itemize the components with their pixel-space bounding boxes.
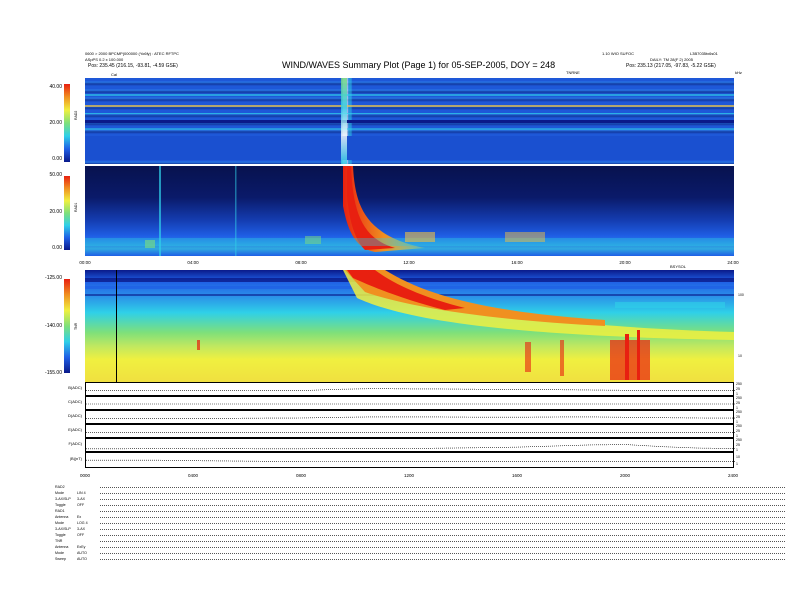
rad2-colorbar — [64, 84, 70, 162]
header-left-line1: 0600 > 2000 BPCMP(000000 (Yo6fy) : ATEC … — [85, 51, 179, 56]
header-left-line2: ASpPS 0.2 x 100.000 — [85, 57, 124, 62]
trace-series-line — [86, 416, 736, 419]
trace-series-line — [86, 459, 735, 462]
tnr-rtick-100: 100 — [738, 293, 744, 297]
trace-xtick-1: 0400 — [187, 473, 198, 478]
legend-value: OFF — [77, 533, 85, 537]
legend-header-text: TNR — [55, 539, 63, 543]
rad-xtick-0: 00:00 — [79, 260, 91, 265]
trace-d-rtick-0: 250 — [736, 410, 742, 414]
rad1-burst — [85, 166, 734, 256]
trace-c-label: C(ADC) — [68, 399, 82, 404]
tnr-top-tag: BSYSOL — [670, 264, 687, 269]
trace-c-adc — [85, 396, 735, 410]
rad2-tick-bottom: 0.00 — [52, 156, 62, 162]
trace-d-label: D(ADC) — [68, 413, 82, 418]
rad-xtick-5: 20:00 — [619, 260, 631, 265]
trace-f-label: F(ADC) — [68, 441, 82, 446]
pos-label: Pos: — [626, 63, 637, 69]
trace-b-label: B(ADC) — [68, 385, 82, 390]
trace-xtick-2: 0800 — [295, 473, 306, 478]
header-right-position: Pos: 235.13 (217.05, -97.83, -5.22 GSE) — [626, 63, 716, 69]
trace-e-adc — [85, 424, 735, 438]
rad1-tick-mid: 20.00 — [49, 209, 62, 215]
trace-series-line — [86, 444, 736, 450]
pos-label: Pos: — [88, 63, 99, 69]
trace-b-adc — [85, 382, 735, 396]
tnr-spectrogram — [85, 270, 734, 382]
rad-xtick-2: 08:00 — [295, 260, 307, 265]
header-left-position: Pos: 235.45 (216.15, -93.81, -4.59 GSE) — [88, 63, 178, 69]
trace-b-rtick-1: 25 — [736, 387, 740, 391]
tnr-tick-mid: -140.00 — [45, 323, 62, 329]
rad-xtick-6: 24:00 — [727, 260, 739, 265]
trace-f-line — [86, 444, 736, 450]
page-title: WIND/WAVES Summary Plot (Page 1) for 05-… — [282, 60, 556, 70]
trace-bnt-rtick-0: 10 — [736, 455, 740, 459]
tnr-colorbar — [64, 279, 70, 373]
tnr-tick-bottom: -155.00 — [45, 370, 62, 376]
trace-f-rtick-1: 25 — [736, 443, 740, 447]
rad1-tick-bottom: 0.00 — [52, 245, 62, 251]
trace-xtick-0: 0000 — [79, 473, 90, 478]
rad2-spectrogram — [85, 78, 734, 164]
tnr-burst — [85, 270, 734, 382]
legend-row: Sweep AUTO — [55, 556, 785, 562]
rad1-spectrogram — [85, 166, 734, 256]
trace-d-line — [86, 416, 736, 419]
trace-xtick-5: 2000 — [619, 473, 630, 478]
trace-bnt-line — [86, 459, 735, 462]
rad-xtick-1: 04:00 — [187, 260, 199, 265]
trace-bnt-label: |B|(nT) — [69, 456, 82, 461]
rad2-ylabel: RAD2 — [74, 110, 78, 120]
trace-c-line — [86, 403, 735, 405]
tnr-ylabel: TNR — [74, 322, 78, 330]
trace-f-rtick-0: 250 — [736, 438, 742, 442]
tnr-tick-top: -125.00 — [45, 275, 62, 281]
trace-b-nt — [85, 452, 735, 468]
trace-e-rtick-0: 250 — [736, 424, 742, 428]
rad1-ylabel: RAD1 — [74, 202, 78, 212]
legend-header-text: RAD2 — [55, 485, 65, 489]
trace-c-rtick-1: 25 — [736, 401, 740, 405]
trace-e-rtick-1: 25 — [736, 429, 740, 433]
cal-label: Cal — [111, 72, 118, 77]
trace-e-label: E(ADC) — [68, 427, 82, 432]
header-right-line1: 1.10 WIO SUFOC — [602, 51, 635, 56]
trace-series-line — [86, 388, 735, 392]
legend-key: Sweep — [55, 557, 66, 561]
header-right-corner: L3B7035tx6s01 — [690, 51, 718, 56]
rad1-tick-top: 50.00 — [49, 172, 62, 178]
legend-value: AUTO — [77, 557, 87, 561]
trace-f-rtick-2: 1 — [736, 448, 738, 452]
pos-value: 235.45 (216.15, -93.81, -4.59 GSE) — [99, 63, 178, 69]
rad2-tick-mid: 20.00 — [49, 120, 62, 126]
trace-d-rtick-1: 25 — [736, 415, 740, 419]
legend-header-text: RAD1 — [55, 509, 65, 513]
trace-b-rtick-0: 250 — [736, 382, 742, 386]
trace-c-rtick-0: 250 — [736, 396, 742, 400]
trace-f-adc — [85, 438, 736, 452]
trace-xtick-4: 1600 — [511, 473, 522, 478]
legend-value: OFF — [77, 503, 85, 507]
khz-tag: kHz — [735, 70, 742, 75]
trace-xtick-3: 1200 — [403, 473, 414, 478]
tnr-rtick-10: 10 — [738, 354, 742, 358]
rad-xtick-3: 12:00 — [403, 260, 415, 265]
trace-e-line — [86, 432, 735, 433]
trace-xtick-6: 2400 — [727, 473, 738, 478]
tnr-tag: TNRNE — [566, 70, 580, 75]
trace-b-line — [86, 388, 735, 392]
header-right-line2: DAILY: TM 28(F 2) 2005 — [650, 57, 693, 62]
rad1-colorbar — [64, 176, 70, 250]
pos-value: 235.13 (217.05, -97.83, -5.22 GSE) — [637, 63, 716, 69]
trace-bnt-rtick-1: 1 — [736, 462, 738, 466]
rad2-tick-top: 40.00 — [49, 84, 62, 90]
rad-xtick-4: 16:00 — [511, 260, 523, 265]
trace-d-adc — [85, 410, 736, 424]
